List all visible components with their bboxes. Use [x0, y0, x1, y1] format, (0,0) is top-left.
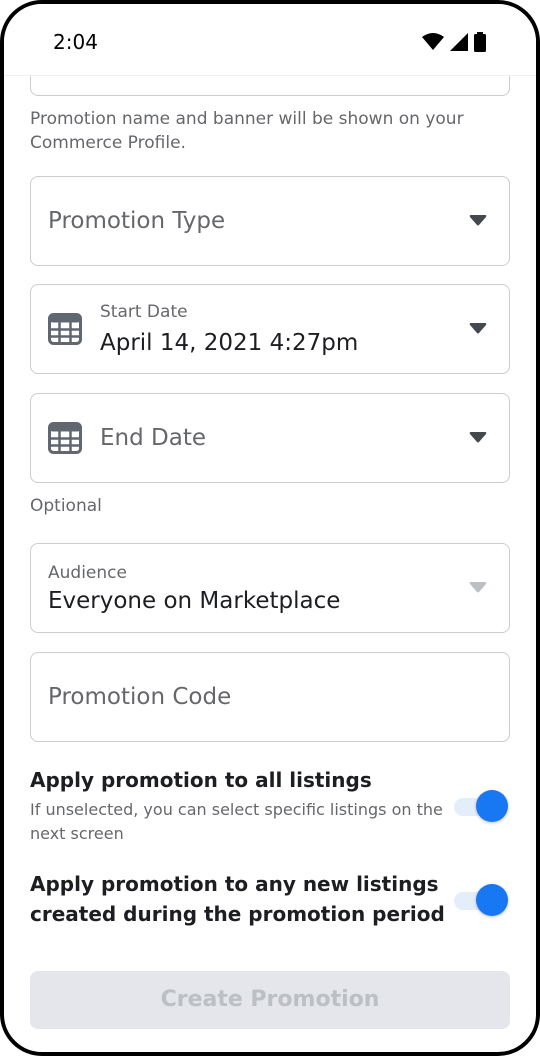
- start-date-value: April 14, 2021 4:27pm: [100, 330, 359, 356]
- calendar-icon: [48, 422, 82, 454]
- chevron-down-icon: [469, 582, 487, 593]
- chevron-down-icon: [469, 323, 487, 334]
- audience-label: Audience: [48, 563, 127, 583]
- promotion-code-placeholder: Promotion Code: [48, 684, 232, 710]
- apply-all-listings-toggle[interactable]: [454, 790, 508, 822]
- audience-select[interactable]: Audience Everyone on Marketplace: [30, 543, 510, 633]
- form-scroll-area[interactable]: Promotion name and banner will be shown …: [4, 76, 536, 1052]
- promotion-type-placeholder: Promotion Type: [48, 208, 226, 234]
- end-date-picker[interactable]: End Date: [30, 393, 510, 483]
- toggle-knob: [476, 790, 508, 822]
- cellular-signal-icon: [450, 33, 468, 51]
- promotion-type-select[interactable]: Promotion Type: [30, 176, 510, 266]
- end-date-helper: Optional: [30, 496, 102, 516]
- audience-value: Everyone on Marketplace: [48, 588, 341, 614]
- toggle-knob: [476, 884, 508, 916]
- promotion-name-helper: Promotion name and banner will be shown …: [30, 109, 464, 153]
- calendar-icon: [48, 313, 82, 345]
- create-promotion-button[interactable]: Create Promotion: [30, 971, 510, 1029]
- apply-new-listings-title-line1: Apply promotion to any new listings: [30, 872, 439, 896]
- chevron-down-icon: [469, 432, 487, 443]
- start-date-picker[interactable]: Start Date April 14, 2021 4:27pm: [30, 284, 510, 374]
- status-bar: 2:04: [4, 4, 536, 76]
- apply-new-listings-title-line2: created during the promotion period: [30, 902, 445, 926]
- battery-icon: [474, 32, 486, 52]
- chevron-down-icon: [469, 215, 487, 226]
- apply-new-listings-toggle[interactable]: [454, 884, 508, 916]
- status-icons: [422, 32, 486, 52]
- phone-frame: 2:04 Promotion name and banner will be s…: [0, 0, 540, 1056]
- start-date-label: Start Date: [100, 302, 188, 322]
- promotion-name-field[interactable]: [30, 76, 510, 96]
- apply-all-listings-title: Apply promotion to all listings: [30, 768, 372, 792]
- end-date-placeholder: End Date: [100, 425, 206, 451]
- apply-all-listings-subtitle: If unselected, you can select specific l…: [30, 800, 443, 843]
- promotion-code-input[interactable]: Promotion Code: [30, 652, 510, 742]
- wifi-icon: [422, 33, 444, 50]
- status-time: 2:04: [53, 30, 98, 54]
